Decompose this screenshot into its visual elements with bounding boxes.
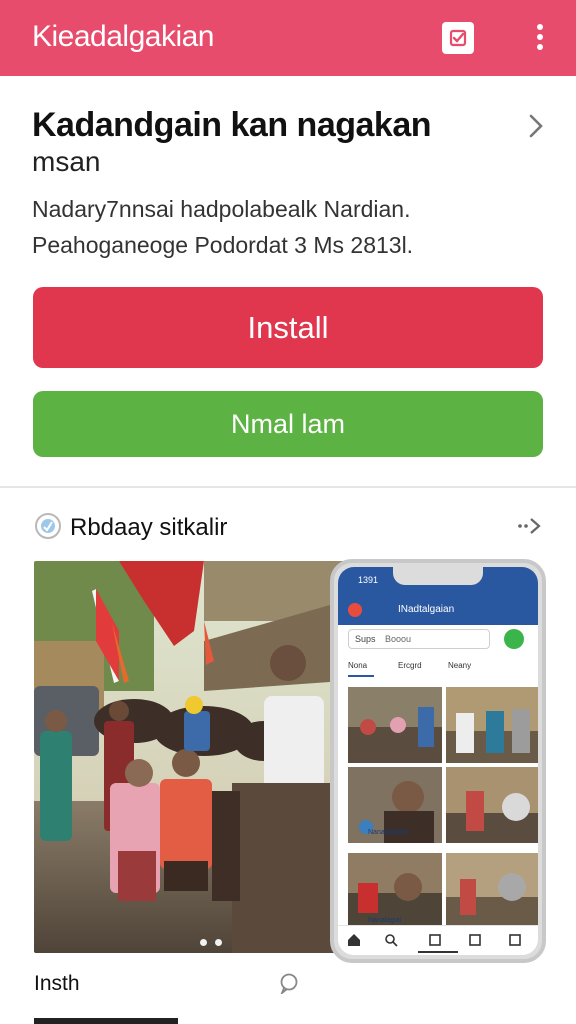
phone-photo-tile xyxy=(446,767,538,843)
section-title: Rbdaay sitkalir xyxy=(70,514,228,541)
chat-bubble-icon[interactable] xyxy=(278,972,300,996)
phone-tab-indicator xyxy=(348,675,374,677)
chevron-right-icon[interactable] xyxy=(520,110,552,142)
page-subtitle: msan xyxy=(32,146,101,177)
phone-tile-caption: Nanalagiai xyxy=(368,917,402,924)
share-arrow-icon[interactable] xyxy=(516,514,544,538)
carousel-dots xyxy=(200,933,240,946)
page-title: Kadandgain kan nagakan xyxy=(32,106,432,144)
section-divider xyxy=(0,486,576,488)
check-badge-icon[interactable] xyxy=(442,22,474,54)
phone-photo-tile xyxy=(446,853,538,929)
phone-search-button-icon xyxy=(504,629,524,649)
secondary-action-button[interactable]: Nmal lam xyxy=(33,391,543,457)
more-vertical-icon[interactable] xyxy=(530,24,550,54)
phone-app-title: INadtalgaian xyxy=(398,604,455,615)
footer-label: Insth xyxy=(34,972,80,995)
phone-search-input: Sups Booou xyxy=(348,629,490,649)
next-card-preview xyxy=(34,1018,178,1024)
app-title: Kieadalgakian xyxy=(32,20,214,53)
install-button[interactable]: Install xyxy=(33,287,543,368)
phone-photo-tile xyxy=(348,687,442,763)
phone-app-logo-icon xyxy=(348,603,362,617)
badge-icon xyxy=(34,512,62,540)
phone-tabs: Nona Ercgrd Neany xyxy=(348,661,528,675)
phone-mockup-image: 1391 INadtalgaian Sups Booou Nona Ercgrd… xyxy=(330,559,546,963)
phone-app-bar: INadtalgaian xyxy=(338,595,538,625)
phone-tab-3: Neany xyxy=(448,661,472,670)
phone-search-prefix: Sups xyxy=(355,634,376,644)
phone-status-time: 1391 xyxy=(358,575,379,585)
phone-tab-1: Nona xyxy=(348,661,368,670)
phone-tab-2: Ercgrd xyxy=(398,661,422,670)
description-line-2: Peahoganeoge Podordat 3 Ms 2813l. xyxy=(32,232,414,258)
phone-search-placeholder: Booou xyxy=(385,634,412,644)
phone-tile-caption: Nanaladgate xyxy=(368,829,408,836)
description-line-1: Nadary7nnsai hadpolabealk Nardian. xyxy=(32,196,411,222)
phone-photo-tile xyxy=(446,687,538,763)
phone-bottom-nav xyxy=(338,925,538,955)
app-bar: Kieadalgakian xyxy=(0,0,576,76)
